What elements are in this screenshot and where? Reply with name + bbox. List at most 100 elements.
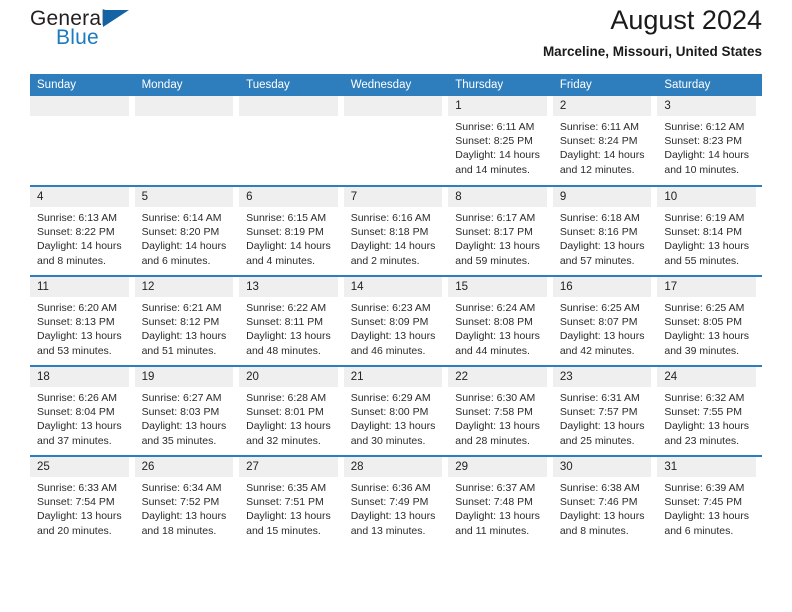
sunset-text: Sunset: 7:58 PM: [455, 406, 533, 419]
sunrise-text: Sunrise: 6:39 AM: [664, 482, 745, 494]
calendar-week-row: 25 Sunrise: 6:33 AM Sunset: 7:54 PM Dayligh…: [30, 455, 762, 546]
calendar-day-cell[interactable]: 14 Sunrise: 6:23 AM Sunset: 8:09 PM Dayligh…: [343, 275, 449, 366]
calendar-day-cell[interactable]: 1 Sunrise: 6:11 AM Sunset: 8:25 PM Daylight…: [448, 96, 553, 186]
sunset-text: Sunset: 7:49 PM: [350, 496, 429, 509]
calendar-day-cell[interactable]: 2 Sunrise: 6:11 AM Sunset: 8:24 PM Daylight…: [552, 96, 658, 186]
day-details: Sunrise: 6:11 AM Sunset: 8:24 PM Daylight:…: [553, 116, 652, 177]
calendar-day-cell[interactable]: 11 Sunrise: 6:20 AM Sunset: 8:13 PM Dayligh…: [30, 275, 135, 366]
daylight-text-line2: and 59 minutes.: [455, 254, 530, 267]
daylight-text-line1: Daylight: 13 hours: [455, 330, 540, 343]
calendar-day-cell[interactable]: 8 Sunrise: 6:17 AM Sunset: 8:17 PM Daylight…: [448, 185, 553, 276]
weekday-header-tuesday: Tuesday: [239, 74, 344, 96]
calendar-day-cell[interactable]: 18 Sunrise: 6:26 AM Sunset: 8:04 PM Dayligh…: [30, 365, 135, 456]
calendar-day-cell[interactable]: 7 Sunrise: 6:16 AM Sunset: 8:18 PM Daylight…: [343, 185, 449, 276]
calendar-day-cell[interactable]: 25 Sunrise: 6:33 AM Sunset: 7:54 PM Dayligh…: [30, 455, 135, 546]
calendar-cell-inner: 5 Sunrise: 6:14 AM Sunset: 8:20 PM Daylight…: [134, 187, 240, 275]
calendar-day-cell[interactable]: 19 Sunrise: 6:27 AM Sunset: 8:03 PM Dayligh…: [134, 365, 240, 456]
daylight-text-line1: Daylight: 13 hours: [37, 330, 122, 343]
sunrise-text: Sunrise: 6:25 AM: [664, 302, 745, 314]
calendar-day-cell[interactable]: 15 Sunrise: 6:24 AM Sunset: 8:08 PM Dayligh…: [448, 275, 553, 366]
calendar-cell-inner: [343, 96, 449, 185]
day-details: Sunrise: 6:25 AM Sunset: 8:05 PM Daylight:…: [657, 297, 756, 358]
calendar-cell-inner: 29 Sunrise: 6:37 AM Sunset: 7:48 PM Dayligh…: [448, 457, 553, 546]
day-number: 30: [552, 457, 652, 477]
calendar-day-cell[interactable]: 5 Sunrise: 6:14 AM Sunset: 8:20 PM Daylight…: [134, 185, 240, 276]
sunrise-text: Sunrise: 6:29 AM: [350, 392, 431, 404]
sunset-text: Sunset: 8:22 PM: [37, 226, 115, 239]
daylight-text-line1: Daylight: 13 hours: [455, 510, 540, 523]
calendar-cell-inner: [239, 96, 344, 185]
calendar-day-cell[interactable]: 12 Sunrise: 6:21 AM Sunset: 8:12 PM Dayligh…: [134, 275, 240, 366]
calendar-cell-inner: 30 Sunrise: 6:38 AM Sunset: 7:46 PM Dayligh…: [552, 457, 658, 546]
day-number: [30, 96, 129, 116]
daylight-text-line2: and 57 minutes.: [559, 254, 635, 267]
calendar-day-cell[interactable]: 3 Sunrise: 6:12 AM Sunset: 8:23 PM Daylight…: [657, 96, 762, 186]
sunset-text: Sunset: 8:07 PM: [559, 316, 638, 329]
sunset-text: Sunset: 8:03 PM: [141, 406, 220, 419]
calendar-day-cell[interactable]: 26 Sunrise: 6:34 AM Sunset: 7:52 PM Dayligh…: [134, 455, 240, 546]
sunset-text: Sunset: 8:23 PM: [664, 135, 743, 148]
daylight-text-line2: and 23 minutes.: [664, 434, 740, 447]
calendar-day-cell[interactable]: 20 Sunrise: 6:28 AM Sunset: 8:01 PM Dayligh…: [239, 365, 344, 456]
daylight-text-line2: and 8 minutes.: [559, 524, 629, 537]
calendar-cell-empty[interactable]: [343, 96, 449, 186]
calendar-day-cell[interactable]: 30 Sunrise: 6:38 AM Sunset: 7:46 PM Dayligh…: [552, 455, 658, 546]
day-details: Sunrise: 6:22 AM Sunset: 8:11 PM Daylight:…: [239, 297, 338, 358]
calendar-day-cell[interactable]: 21 Sunrise: 6:29 AM Sunset: 8:00 PM Dayligh…: [343, 365, 449, 456]
daylight-text-line1: Daylight: 13 hours: [246, 420, 331, 433]
day-number: 2: [552, 96, 652, 116]
calendar-cell-empty[interactable]: [30, 96, 135, 186]
day-details: Sunrise: 6:27 AM Sunset: 8:03 PM Daylight:…: [135, 387, 234, 448]
calendar-day-cell[interactable]: 28 Sunrise: 6:36 AM Sunset: 7:49 PM Dayligh…: [343, 455, 449, 546]
day-details: Sunrise: 6:12 AM Sunset: 8:23 PM Daylight:…: [657, 116, 756, 177]
day-details: Sunrise: 6:37 AM Sunset: 7:48 PM Daylight:…: [448, 477, 547, 538]
calendar-cell-inner: 19 Sunrise: 6:27 AM Sunset: 8:03 PM Dayligh…: [134, 367, 240, 455]
day-details: Sunrise: 6:28 AM Sunset: 8:01 PM Daylight:…: [239, 387, 338, 448]
sunrise-text: Sunrise: 6:35 AM: [246, 482, 327, 494]
calendar-day-cell[interactable]: 27 Sunrise: 6:35 AM Sunset: 7:51 PM Dayligh…: [239, 455, 344, 546]
calendar-cell-empty[interactable]: [239, 96, 344, 186]
day-number: 10: [657, 187, 756, 207]
daylight-text-line1: Daylight: 13 hours: [246, 510, 331, 523]
calendar-cell-inner: [134, 96, 240, 185]
sunset-text: Sunset: 7:55 PM: [664, 406, 743, 419]
calendar-cell-empty[interactable]: [134, 96, 240, 186]
day-number: 25: [30, 457, 129, 477]
daylight-text-line1: Daylight: 13 hours: [350, 330, 436, 343]
calendar-day-cell[interactable]: 24 Sunrise: 6:32 AM Sunset: 7:55 PM Dayligh…: [657, 365, 762, 456]
daylight-text-line1: Daylight: 14 hours: [141, 240, 227, 253]
day-details: Sunrise: 6:26 AM Sunset: 8:04 PM Daylight:…: [30, 387, 129, 448]
calendar-day-cell[interactable]: 4 Sunrise: 6:13 AM Sunset: 8:22 PM Daylight…: [30, 185, 135, 276]
calendar-cell-inner: 15 Sunrise: 6:24 AM Sunset: 8:08 PM Dayligh…: [448, 277, 553, 365]
day-number: 4: [30, 187, 129, 207]
daylight-text-line2: and 6 minutes.: [141, 254, 211, 267]
calendar-day-cell[interactable]: 22 Sunrise: 6:30 AM Sunset: 7:58 PM Dayligh…: [448, 365, 553, 456]
daylight-text-line1: Daylight: 14 hours: [246, 240, 331, 253]
sunset-text: Sunset: 8:08 PM: [455, 316, 533, 329]
calendar-day-cell[interactable]: 10 Sunrise: 6:19 AM Sunset: 8:14 PM Dayligh…: [657, 185, 762, 276]
calendar-cell-inner: 9 Sunrise: 6:18 AM Sunset: 8:16 PM Daylight…: [552, 187, 658, 275]
sunrise-text: Sunrise: 6:30 AM: [455, 392, 536, 404]
calendar-cell-inner: 12 Sunrise: 6:21 AM Sunset: 8:12 PM Dayligh…: [134, 277, 240, 365]
calendar-cell-inner: 4 Sunrise: 6:13 AM Sunset: 8:22 PM Daylight…: [30, 187, 135, 275]
daylight-text-line2: and 15 minutes.: [246, 524, 321, 537]
day-number: 23: [552, 367, 652, 387]
calendar-day-cell[interactable]: 29 Sunrise: 6:37 AM Sunset: 7:48 PM Dayligh…: [448, 455, 553, 546]
sunrise-text: Sunrise: 6:18 AM: [559, 212, 640, 224]
brand-logo[interactable]: General Blue: [30, 0, 230, 64]
day-number: 27: [239, 457, 338, 477]
calendar-day-cell[interactable]: 31 Sunrise: 6:39 AM Sunset: 7:45 PM Dayligh…: [657, 455, 762, 546]
calendar-day-cell[interactable]: 13 Sunrise: 6:22 AM Sunset: 8:11 PM Dayligh…: [239, 275, 344, 366]
sunset-text: Sunset: 8:01 PM: [246, 406, 324, 419]
calendar-day-cell[interactable]: 23 Sunrise: 6:31 AM Sunset: 7:57 PM Dayligh…: [552, 365, 658, 456]
sunset-text: Sunset: 8:09 PM: [350, 316, 429, 329]
sunset-text: Sunset: 7:54 PM: [37, 496, 115, 509]
day-number: 8: [448, 187, 547, 207]
sunrise-text: Sunrise: 6:11 AM: [559, 121, 639, 133]
calendar-day-cell[interactable]: 9 Sunrise: 6:18 AM Sunset: 8:16 PM Daylight…: [552, 185, 658, 276]
day-details: Sunrise: 6:18 AM Sunset: 8:16 PM Daylight:…: [553, 207, 652, 268]
sunrise-text: Sunrise: 6:26 AM: [37, 392, 117, 404]
calendar-day-cell[interactable]: 6 Sunrise: 6:15 AM Sunset: 8:19 PM Daylight…: [239, 185, 344, 276]
calendar-day-cell[interactable]: 16 Sunrise: 6:25 AM Sunset: 8:07 PM Dayligh…: [552, 275, 658, 366]
calendar-day-cell[interactable]: 17 Sunrise: 6:25 AM Sunset: 8:05 PM Dayligh…: [657, 275, 762, 366]
